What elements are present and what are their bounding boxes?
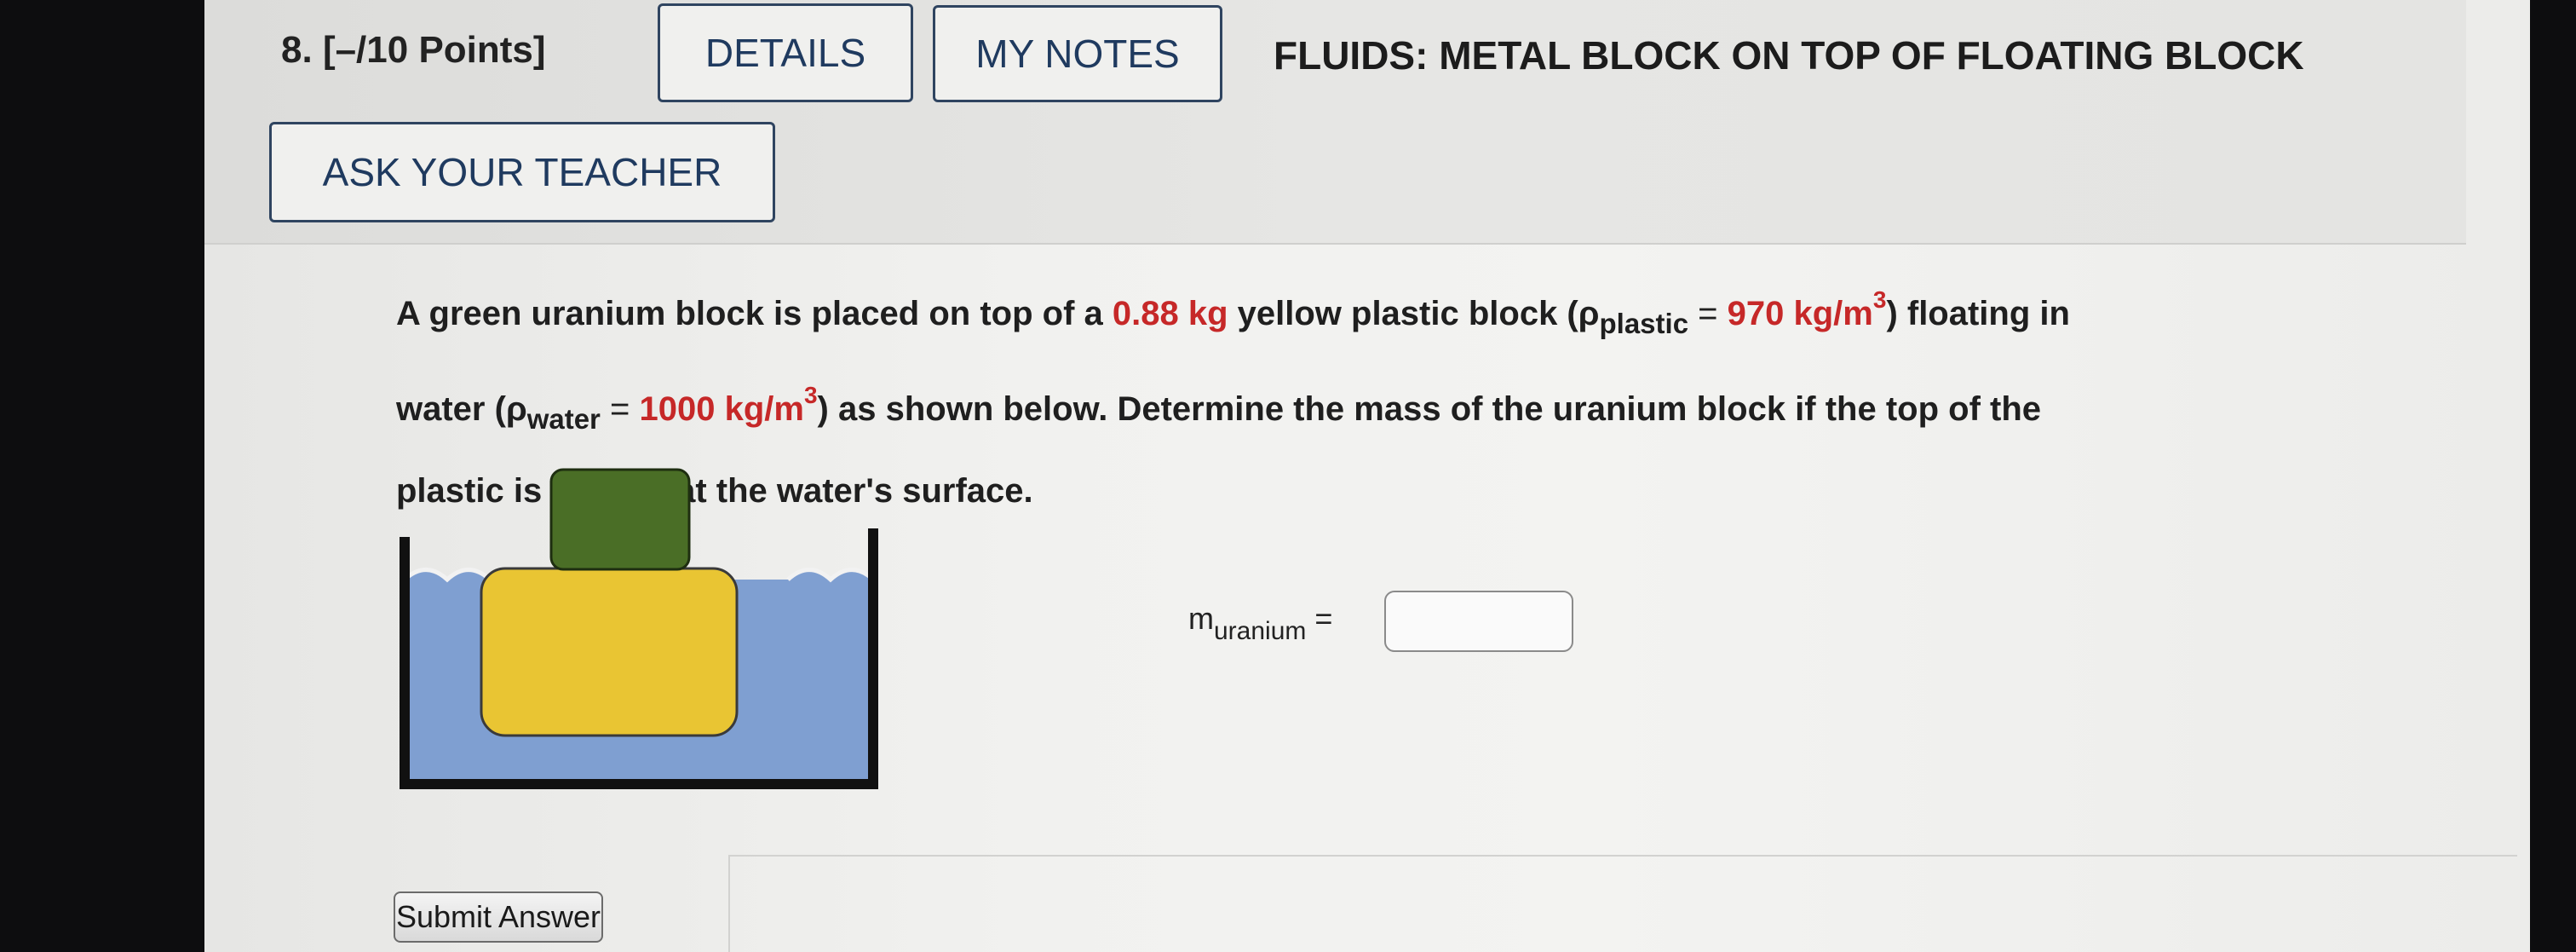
points-label: [–/10 Points]	[322, 29, 546, 71]
my-notes-button[interactable]: MY NOTES	[933, 5, 1222, 102]
cubed-superscript: 3	[803, 382, 818, 408]
plastic-subscript: plastic	[1599, 308, 1689, 339]
problem-text: A green uranium block is placed on top o…	[396, 295, 1113, 332]
question-title: FLUIDS: METAL BLOCK ON TOP OF FLOATING B…	[1274, 33, 2304, 78]
equals-sign: =	[1688, 295, 1728, 332]
submit-answer-button[interactable]: Submit Answer	[394, 891, 603, 943]
water-density-number: 1000 kg/m	[639, 390, 804, 428]
question-number: 8. [–/10 Points]	[281, 29, 546, 72]
problem-text: ) as shown below. Determine the mass of …	[817, 390, 2042, 428]
question-number-label: 8.	[281, 29, 313, 71]
details-button[interactable]: DETAILS	[658, 3, 913, 102]
water-subscript: water	[526, 403, 601, 435]
floating-blocks-diagram	[400, 468, 878, 789]
divider	[728, 855, 2517, 857]
uranium-block	[549, 468, 691, 571]
rho-symbol: ρ	[505, 390, 527, 428]
plastic-density-number: 970 kg/m	[1727, 295, 1873, 332]
mass-symbol: m	[1188, 601, 1214, 636]
problem-line-1: A green uranium block is placed on top o…	[396, 264, 2509, 360]
cubed-superscript: 3	[1872, 286, 1887, 313]
ask-your-teacher-button[interactable]: ASK YOUR TEACHER	[269, 122, 775, 222]
uranium-mass-input[interactable]	[1384, 591, 1573, 652]
problem-text: water (	[396, 390, 506, 428]
rho-symbol: ρ	[1578, 295, 1600, 332]
water-density-value: 1000 kg/m3	[639, 382, 818, 428]
answer-equals-sign: =	[1314, 601, 1333, 636]
problem-line-2: water (ρwater = 1000 kg/m3) as shown bel…	[396, 360, 2509, 455]
equals-sign: =	[600, 390, 640, 428]
uranium-subscript: uranium	[1214, 617, 1307, 645]
plastic-density-value: 970 kg/m3	[1727, 286, 1887, 332]
screen: 8. [–/10 Points] DETAILS MY NOTES FLUIDS…	[204, 0, 2530, 952]
question-header: 8. [–/10 Points] DETAILS MY NOTES FLUIDS…	[204, 0, 2466, 245]
plastic-mass-value: 0.88 kg	[1112, 295, 1228, 332]
plastic-block	[480, 567, 739, 737]
problem-text: ) floating in	[1886, 295, 2070, 332]
divider	[728, 855, 730, 952]
answer-label: muranium =	[1188, 601, 1332, 646]
problem-text: yellow plastic block (	[1228, 295, 1578, 332]
